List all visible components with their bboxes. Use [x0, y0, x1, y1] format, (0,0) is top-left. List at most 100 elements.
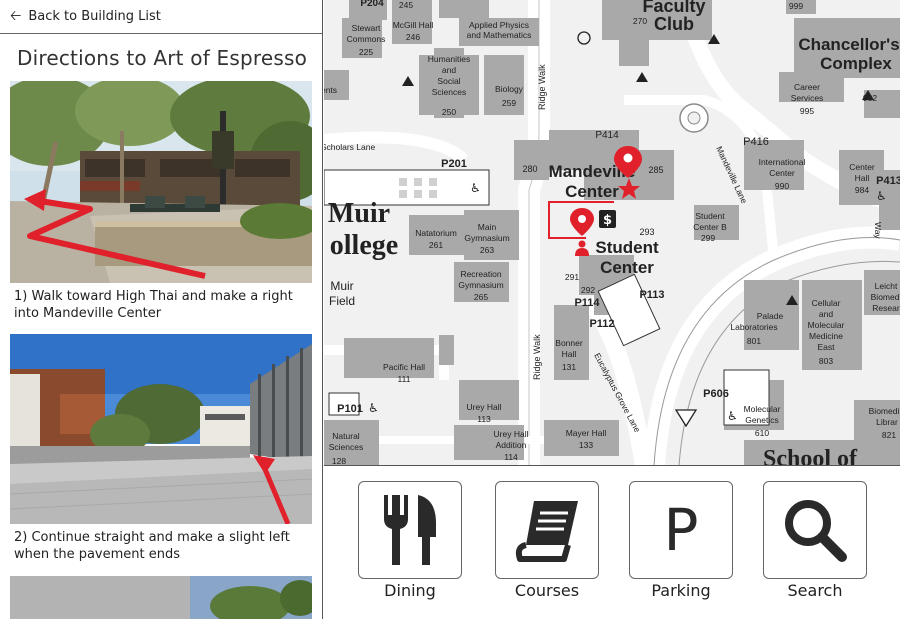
map-label: Student [595, 238, 659, 257]
map-label: and [819, 309, 833, 319]
accessible-icon: ♿ [368, 401, 379, 415]
map-label: 259 [502, 98, 516, 108]
map-label: Ridge Walk [537, 64, 547, 110]
map-label: McGill Hall [393, 20, 434, 30]
map-label: 803 [819, 356, 833, 366]
map-label: and [442, 65, 456, 75]
map-label: East [817, 342, 835, 352]
map-label: Sciences [329, 442, 364, 452]
map-label: Main [478, 222, 497, 232]
map-label: Genetics [745, 415, 779, 425]
dining-label: Dining [384, 581, 436, 600]
map-label: Gymnasium [458, 280, 503, 290]
map-label: 250 [442, 107, 456, 117]
map-label: Center [565, 182, 619, 201]
step-2-text: 2) Continue straight and make a slight l… [14, 530, 290, 562]
map-label: International [759, 157, 806, 167]
map-label: Mayer Hall [566, 428, 607, 438]
map-label: and Mathematics [467, 30, 532, 40]
map-label: 292 [581, 285, 595, 295]
map-label: P414 [595, 130, 619, 141]
map-label: Humanities [428, 54, 471, 64]
map-label: Molecular [744, 404, 781, 414]
map-label: 114 [504, 452, 518, 462]
map-label: Center B [693, 222, 727, 232]
map-label: 131 [562, 362, 576, 372]
map-label: 113 [477, 414, 491, 424]
map-label: Bonner [555, 338, 583, 348]
map-label: 299 [701, 233, 715, 243]
map-label: Molecular [808, 320, 845, 330]
map-label: 261 [429, 240, 443, 250]
map-label: Muir [328, 198, 390, 229]
map-label: Biomedi [869, 406, 900, 416]
courses-button[interactable] [495, 481, 599, 579]
courses-label: Courses [514, 581, 580, 600]
map-label: Social [437, 76, 460, 86]
map-label: Scholars Lane [324, 142, 375, 152]
map-label: P101 [337, 403, 363, 415]
map-label: P201 [441, 158, 467, 170]
map-label: Career [794, 82, 820, 92]
map-label: P413 [876, 175, 900, 187]
map-label: Librar [876, 417, 898, 427]
map-label: Medicine [809, 331, 843, 341]
map-label: 984 [855, 185, 869, 195]
fork-knife-icon [384, 495, 436, 565]
parking-button[interactable]: P [629, 481, 733, 579]
map-label: Hall [855, 173, 870, 183]
map-label: Resear [872, 303, 900, 313]
map-label: Commons [347, 34, 386, 44]
map-label: Laboratories [730, 322, 777, 332]
map-label: 280 [522, 164, 537, 174]
step-1-photo [10, 81, 312, 283]
accessible-icon: ♿ [470, 181, 481, 195]
map-label: 801 [747, 336, 761, 346]
accessible-icon: ♿ [876, 189, 887, 203]
search-button[interactable] [763, 481, 867, 579]
map-label: Urey Hall [467, 402, 502, 412]
parking-label: Parking [651, 581, 711, 600]
page-title: Directions to Art of Espresso [17, 46, 308, 70]
map-label: Cellular [812, 298, 841, 308]
dollar-sign-icon: $ [603, 213, 612, 228]
step-1-text: 1) Walk toward High Thai and make a righ… [14, 289, 293, 321]
campus-map-canvas: P204 Stewart Commons 225 McGill Hall 246… [324, 0, 900, 466]
map-label: 225 [359, 47, 373, 57]
arrow-left-icon: 🡠 [10, 7, 22, 24]
map-label: Center [849, 162, 875, 172]
map-label: Chancellor's [798, 35, 899, 54]
map-label: Recreation [460, 269, 501, 279]
map-label: Complex [820, 54, 892, 73]
step-2-photo [10, 334, 312, 524]
map-label: P114 [574, 297, 600, 309]
map-label: Center [600, 258, 654, 277]
map-label: Muir [330, 279, 353, 293]
dining-button[interactable] [358, 481, 462, 579]
map-label: 995 [800, 106, 814, 116]
map-label: P416 [743, 136, 769, 148]
map-label: 265 [474, 292, 488, 302]
map-label: 133 [579, 440, 593, 450]
map-label: 128 [332, 456, 346, 466]
map-label: Services [791, 93, 824, 103]
map-label: 999 [789, 1, 803, 11]
map-label: 263 [480, 245, 494, 255]
map-label: 111 [398, 374, 411, 384]
map-label: 291 [565, 272, 579, 282]
map-label: School of [763, 446, 858, 466]
map-label: Urey Hall [494, 429, 529, 439]
map-label: ollege [330, 230, 398, 261]
map-label: Natural [332, 431, 360, 441]
map-label: Addition [496, 440, 527, 450]
magnifying-glass-icon [785, 500, 847, 562]
map-label: Palade [757, 311, 784, 321]
campus-map[interactable]: P204 Stewart Commons 225 McGill Hall 246… [324, 0, 900, 466]
map-label: Applied Physics [469, 20, 529, 30]
back-to-building-list-link[interactable]: 🡠 Back to Building List [0, 0, 322, 34]
map-label: Field [329, 294, 355, 308]
map-label: Stewart [352, 23, 381, 33]
map-label: 293 [639, 227, 654, 237]
map-label: 821 [882, 430, 896, 440]
map-label: Biology [495, 84, 524, 94]
